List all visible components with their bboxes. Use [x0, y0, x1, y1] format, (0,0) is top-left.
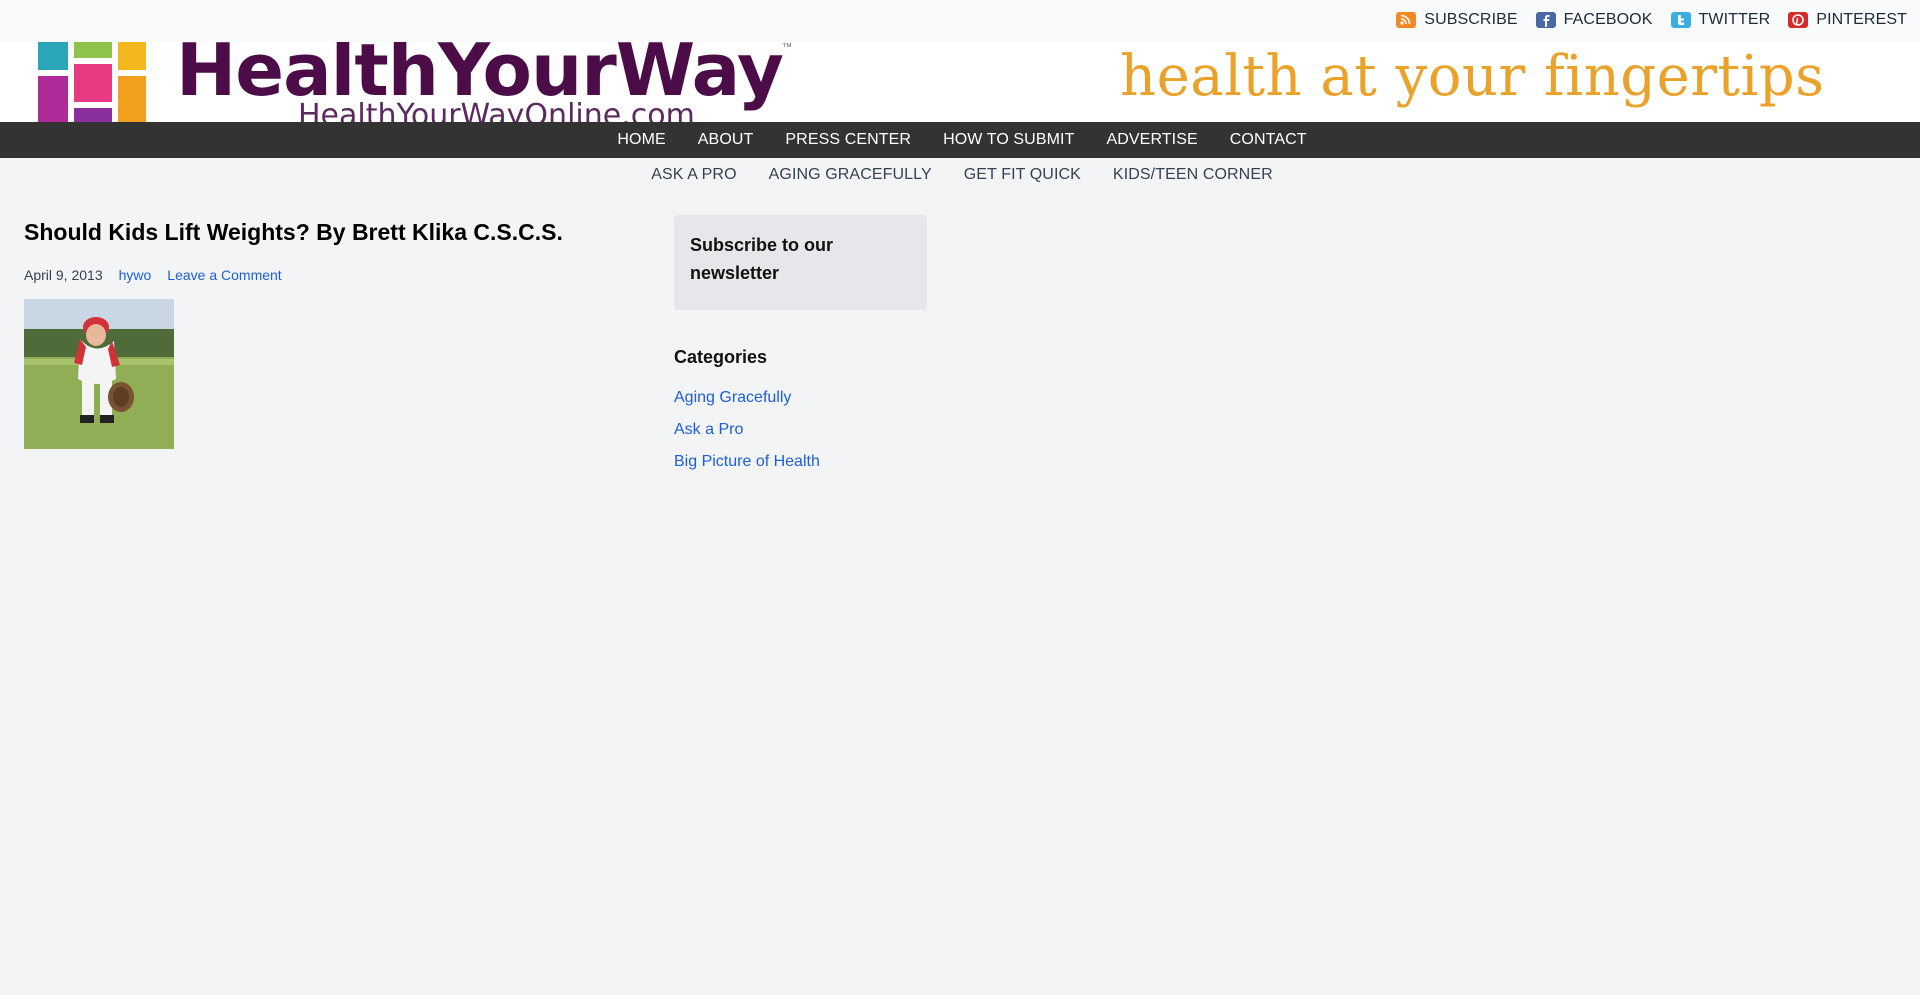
article-date: April 9, 2013	[24, 267, 103, 283]
subnav-item-aging-gracefully[interactable]: AGING GRACEFULLY	[769, 166, 932, 184]
subnav-item-ask-a-pro[interactable]: ASK A PRO	[651, 166, 736, 184]
logo-subtitle: HealthYourWayOnline.com	[298, 98, 695, 122]
social-label: TWITTER	[1698, 11, 1771, 28]
logo-mark-icon[interactable]	[38, 42, 146, 122]
social-label: SUBSCRIBE	[1424, 11, 1518, 28]
list-item: Ask a Pro	[674, 414, 927, 446]
social-link-subscribe[interactable]: SUBSCRIBE	[1396, 11, 1518, 29]
social-label: PINTEREST	[1816, 11, 1907, 28]
subnav-item-get-fit-quick[interactable]: GET FIT QUICK	[964, 166, 1081, 184]
nav-item-contact[interactable]: CONTACT	[1230, 131, 1307, 149]
baseball-kid-image	[24, 299, 174, 449]
sidebar: Subscribe to our newsletter Categories A…	[674, 215, 927, 478]
category-link-big-picture-of-health[interactable]: Big Picture of Health	[674, 453, 820, 470]
social-label: FACEBOOK	[1563, 11, 1653, 28]
newsletter-widget[interactable]: Subscribe to our newsletter	[674, 215, 927, 310]
nav-item-how-to-submit[interactable]: HOW TO SUBMIT	[943, 131, 1074, 149]
logo-trademark: ™	[782, 42, 794, 53]
pinterest-icon	[1788, 12, 1809, 28]
categories-title: Categories	[674, 347, 768, 367]
categories-list: Aging Gracefully Ask a Pro Big Picture o…	[674, 382, 927, 478]
social-links: SUBSCRIBE FACEBOOK TWITTER PINTEREST	[1396, 11, 1907, 29]
site-banner: HealthYourWay ™ HealthYourWayOnline.com …	[0, 42, 1920, 122]
leave-comment-link[interactable]: Leave a Comment	[167, 267, 281, 283]
rss-icon	[1396, 12, 1417, 28]
article-author-link[interactable]: hywo	[119, 267, 152, 283]
nav-item-about[interactable]: ABOUT	[698, 131, 754, 149]
list-item: Big Picture of Health	[674, 446, 927, 478]
newsletter-title: Subscribe to our newsletter	[690, 235, 834, 283]
nav-item-home[interactable]: HOME	[617, 131, 665, 149]
category-link-aging-gracefully[interactable]: Aging Gracefully	[674, 389, 791, 406]
primary-nav: HOME ABOUT PRESS CENTER HOW TO SUBMIT AD…	[0, 122, 1920, 158]
facebook-icon	[1535, 12, 1556, 28]
list-item: Aging Gracefully	[674, 382, 927, 414]
category-link-ask-a-pro[interactable]: Ask a Pro	[674, 421, 743, 438]
top-social-bar: SUBSCRIBE FACEBOOK TWITTER PINTEREST	[0, 0, 1920, 42]
article-thumbnail[interactable]	[24, 299, 174, 449]
subnav-item-kids-teen-corner[interactable]: KIDS/TEEN CORNER	[1113, 166, 1273, 184]
article-meta: April 9, 2013 hywo Leave a Comment	[24, 267, 644, 283]
secondary-nav: ASK A PRO AGING GRACEFULLY GET FIT QUICK…	[0, 158, 1920, 194]
twitter-icon	[1670, 12, 1691, 28]
article: Should Kids Lift Weights? By Brett Klika…	[24, 212, 644, 449]
nav-item-advertise[interactable]: ADVERTISE	[1106, 131, 1197, 149]
nav-item-press-center[interactable]: PRESS CENTER	[785, 131, 911, 149]
social-link-twitter[interactable]: TWITTER	[1670, 11, 1771, 29]
article-title[interactable]: Should Kids Lift Weights? By Brett Klika…	[24, 212, 644, 252]
social-link-pinterest[interactable]: PINTEREST	[1788, 11, 1907, 29]
site-tagline: health at your fingertips	[1120, 44, 1825, 109]
social-link-facebook[interactable]: FACEBOOK	[1535, 11, 1653, 29]
